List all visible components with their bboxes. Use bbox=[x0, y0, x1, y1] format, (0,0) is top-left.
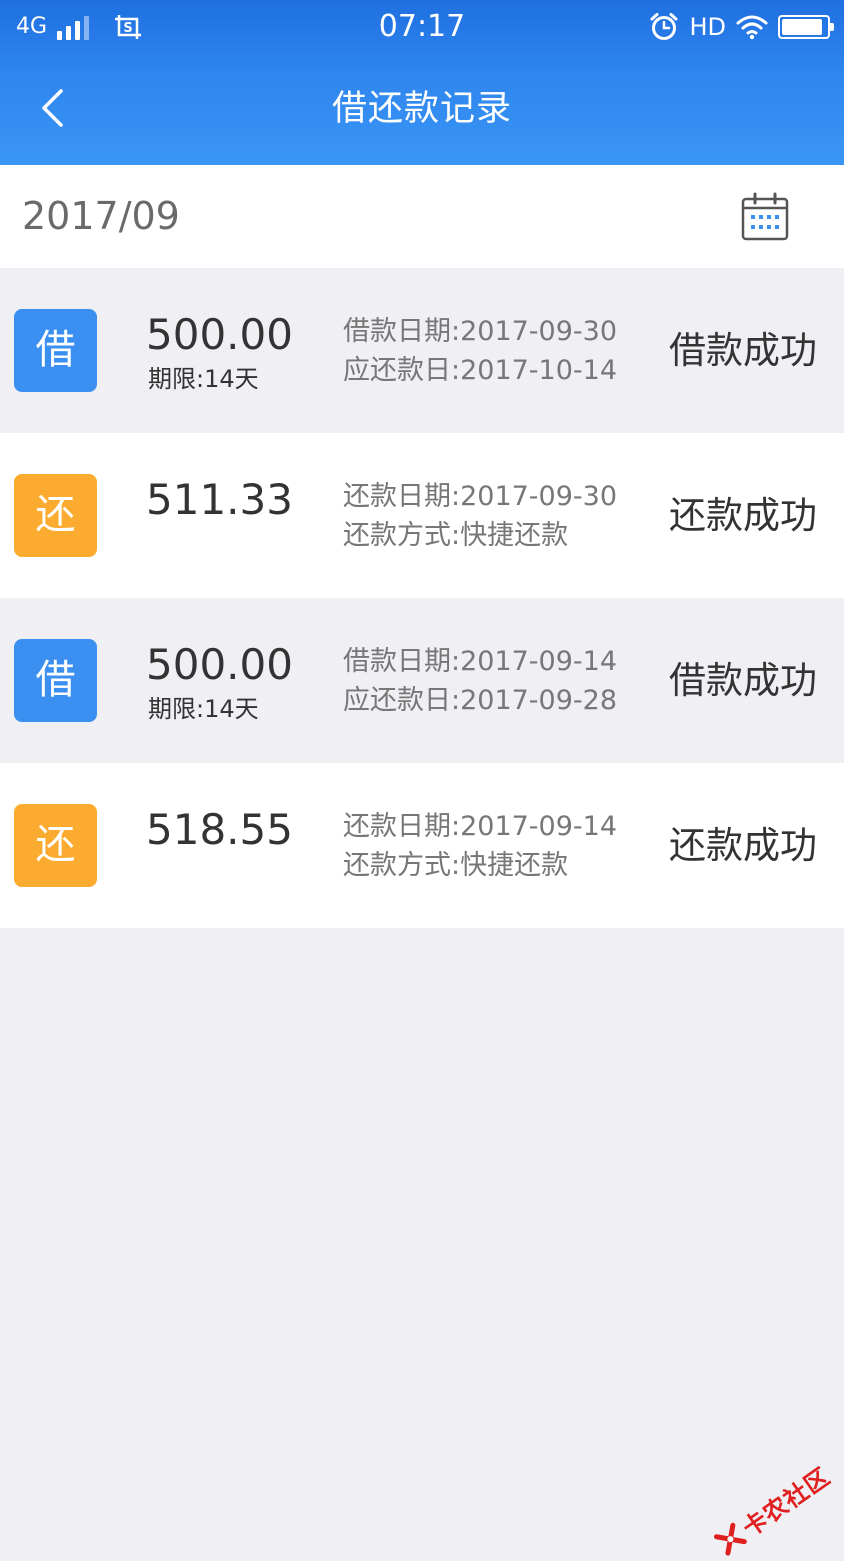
record-date: 还款日期:2017-09-30 bbox=[343, 481, 618, 512]
top-bar: 4G S 07:17 HD 借还款记录 bbox=[0, 0, 844, 165]
record-row[interactable]: 借 500.00 期限:14天 借款日期:2017-09-30 应还款日:201… bbox=[0, 268, 844, 433]
borrow-badge: 借 bbox=[14, 639, 97, 722]
record-date: 还款日期:2017-09-14 bbox=[343, 811, 618, 842]
page-title: 借还款记录 bbox=[331, 89, 512, 129]
borrow-badge: 借 bbox=[14, 309, 97, 392]
record-term: 期限:14天 bbox=[148, 695, 259, 723]
record-row[interactable]: 借 500.00 期限:14天 借款日期:2017-09-14 应还款日:201… bbox=[0, 598, 844, 763]
record-status: 借款成功 bbox=[669, 329, 817, 372]
record-row[interactable]: 还 511.33 还款日期:2017-09-30 还款方式:快捷还款 还款成功 bbox=[0, 433, 844, 598]
record-amount: 518.55 bbox=[146, 805, 293, 854]
record-method: 还款方式:快捷还款 bbox=[343, 520, 569, 551]
record-status: 还款成功 bbox=[669, 824, 817, 867]
status-right: HD bbox=[649, 10, 834, 44]
record-amount: 500.00 bbox=[146, 310, 293, 359]
record-amount: 500.00 bbox=[146, 640, 293, 689]
status-bar: 4G S 07:17 HD bbox=[0, 0, 844, 54]
wifi-icon bbox=[736, 15, 768, 40]
month-bar: 2017/09 bbox=[0, 165, 844, 268]
record-list: 借 500.00 期限:14天 借款日期:2017-09-30 应还款日:201… bbox=[0, 268, 844, 928]
month-label[interactable]: 2017/09 bbox=[22, 165, 180, 268]
watermark-text: 卡农社区 bbox=[737, 1462, 836, 1543]
hd-indicator: HD bbox=[689, 13, 726, 41]
repay-badge: 还 bbox=[14, 474, 97, 557]
record-status: 还款成功 bbox=[669, 494, 817, 537]
record-due-date: 应还款日:2017-09-28 bbox=[343, 685, 618, 716]
watermark: 卡农社区 bbox=[709, 1457, 836, 1560]
record-method: 还款方式:快捷还款 bbox=[343, 850, 569, 881]
battery-level bbox=[782, 19, 823, 35]
battery-icon bbox=[778, 15, 834, 39]
record-status: 借款成功 bbox=[669, 659, 817, 702]
nav-bar: 借还款记录 bbox=[0, 54, 844, 165]
record-amount: 511.33 bbox=[146, 475, 293, 524]
repay-badge: 还 bbox=[14, 804, 97, 887]
record-due-date: 应还款日:2017-10-14 bbox=[343, 355, 618, 386]
record-row[interactable]: 还 518.55 还款日期:2017-09-14 还款方式:快捷还款 还款成功 bbox=[0, 763, 844, 928]
record-date: 借款日期:2017-09-14 bbox=[343, 646, 618, 677]
record-term: 期限:14天 bbox=[148, 365, 259, 393]
alarm-icon bbox=[650, 13, 678, 40]
record-date: 借款日期:2017-09-30 bbox=[343, 316, 618, 347]
calendar-icon[interactable] bbox=[740, 192, 790, 242]
